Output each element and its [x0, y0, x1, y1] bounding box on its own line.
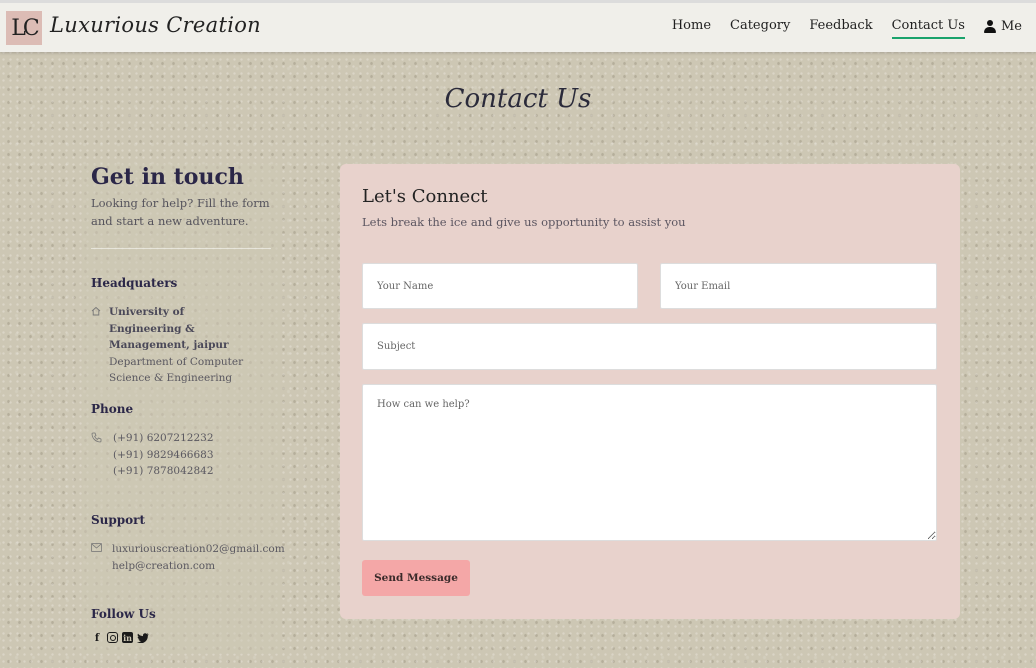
support-email-1[interactable]: luxuriouscreation02@gmail.com: [112, 543, 285, 555]
subject-input[interactable]: [362, 323, 937, 370]
form-title: Let's Connect: [362, 186, 488, 207]
info-lead: Looking for help? Fill the form and star…: [91, 196, 270, 228]
user-icon: [983, 20, 996, 33]
headquarters-line2: Department of Computer Science & Enginee…: [109, 355, 244, 385]
headquarters-line1: University of Engineering & Management, …: [109, 306, 229, 351]
name-input[interactable]: [362, 263, 638, 309]
nav-user-menu[interactable]: Me: [983, 18, 1022, 39]
user-label: Me: [1000, 19, 1022, 34]
contact-form-card: Let's Connect Lets break the ice and giv…: [340, 164, 960, 619]
phone-row: (+91) 6207212232 (+91) 9829466683 (+91) …: [91, 430, 214, 480]
phone-heading: Phone: [91, 402, 134, 416]
form-subtitle: Lets break the ice and give us opportuni…: [362, 215, 686, 229]
nav-links: Home Category Feedback Contact Us Me: [653, 18, 1022, 39]
facebook-icon[interactable]: f: [91, 632, 103, 644]
support-heading: Support: [91, 513, 146, 527]
support-row: luxuriouscreation02@gmail.com help@creat…: [91, 541, 285, 574]
follow-heading: Follow Us: [91, 607, 156, 621]
contact-info-panel: Get in touch Looking for help? Fill the …: [82, 164, 285, 654]
page-title: Contact Us: [444, 84, 592, 114]
logo-text: LC: [11, 15, 40, 41]
home-icon: [91, 304, 109, 387]
divider: [91, 248, 271, 249]
support-email-2[interactable]: help@creation.com: [112, 560, 215, 572]
send-message-button[interactable]: Send Message: [362, 560, 470, 596]
headquarters-heading: Headquaters: [91, 276, 178, 290]
brand-name[interactable]: Luxurious Creation: [50, 13, 261, 37]
nav-feedback[interactable]: Feedback: [809, 18, 872, 39]
twitter-icon[interactable]: [137, 632, 149, 644]
phone-number-2[interactable]: (+91) 9829466683: [113, 449, 214, 461]
phone-number-1[interactable]: (+91) 6207212232: [113, 432, 214, 444]
headquarters-row: University of Engineering & Management, …: [91, 304, 259, 387]
info-title: Get in touch: [91, 164, 244, 190]
nav-contact-us[interactable]: Contact Us: [891, 18, 965, 39]
envelope-icon: [91, 541, 112, 574]
navbar: LC Luxurious Creation Home Category Feed…: [0, 0, 1036, 52]
nav-home[interactable]: Home: [672, 18, 711, 39]
instagram-icon[interactable]: [107, 632, 118, 643]
phone-number-3[interactable]: (+91) 7878042842: [113, 465, 214, 477]
linkedin-icon[interactable]: in: [122, 632, 133, 643]
social-icons: f in: [91, 632, 149, 644]
email-input[interactable]: [660, 263, 937, 309]
phone-icon: [91, 430, 113, 480]
message-textarea[interactable]: [362, 384, 937, 541]
nav-category[interactable]: Category: [730, 18, 790, 39]
logo[interactable]: LC: [6, 11, 42, 45]
